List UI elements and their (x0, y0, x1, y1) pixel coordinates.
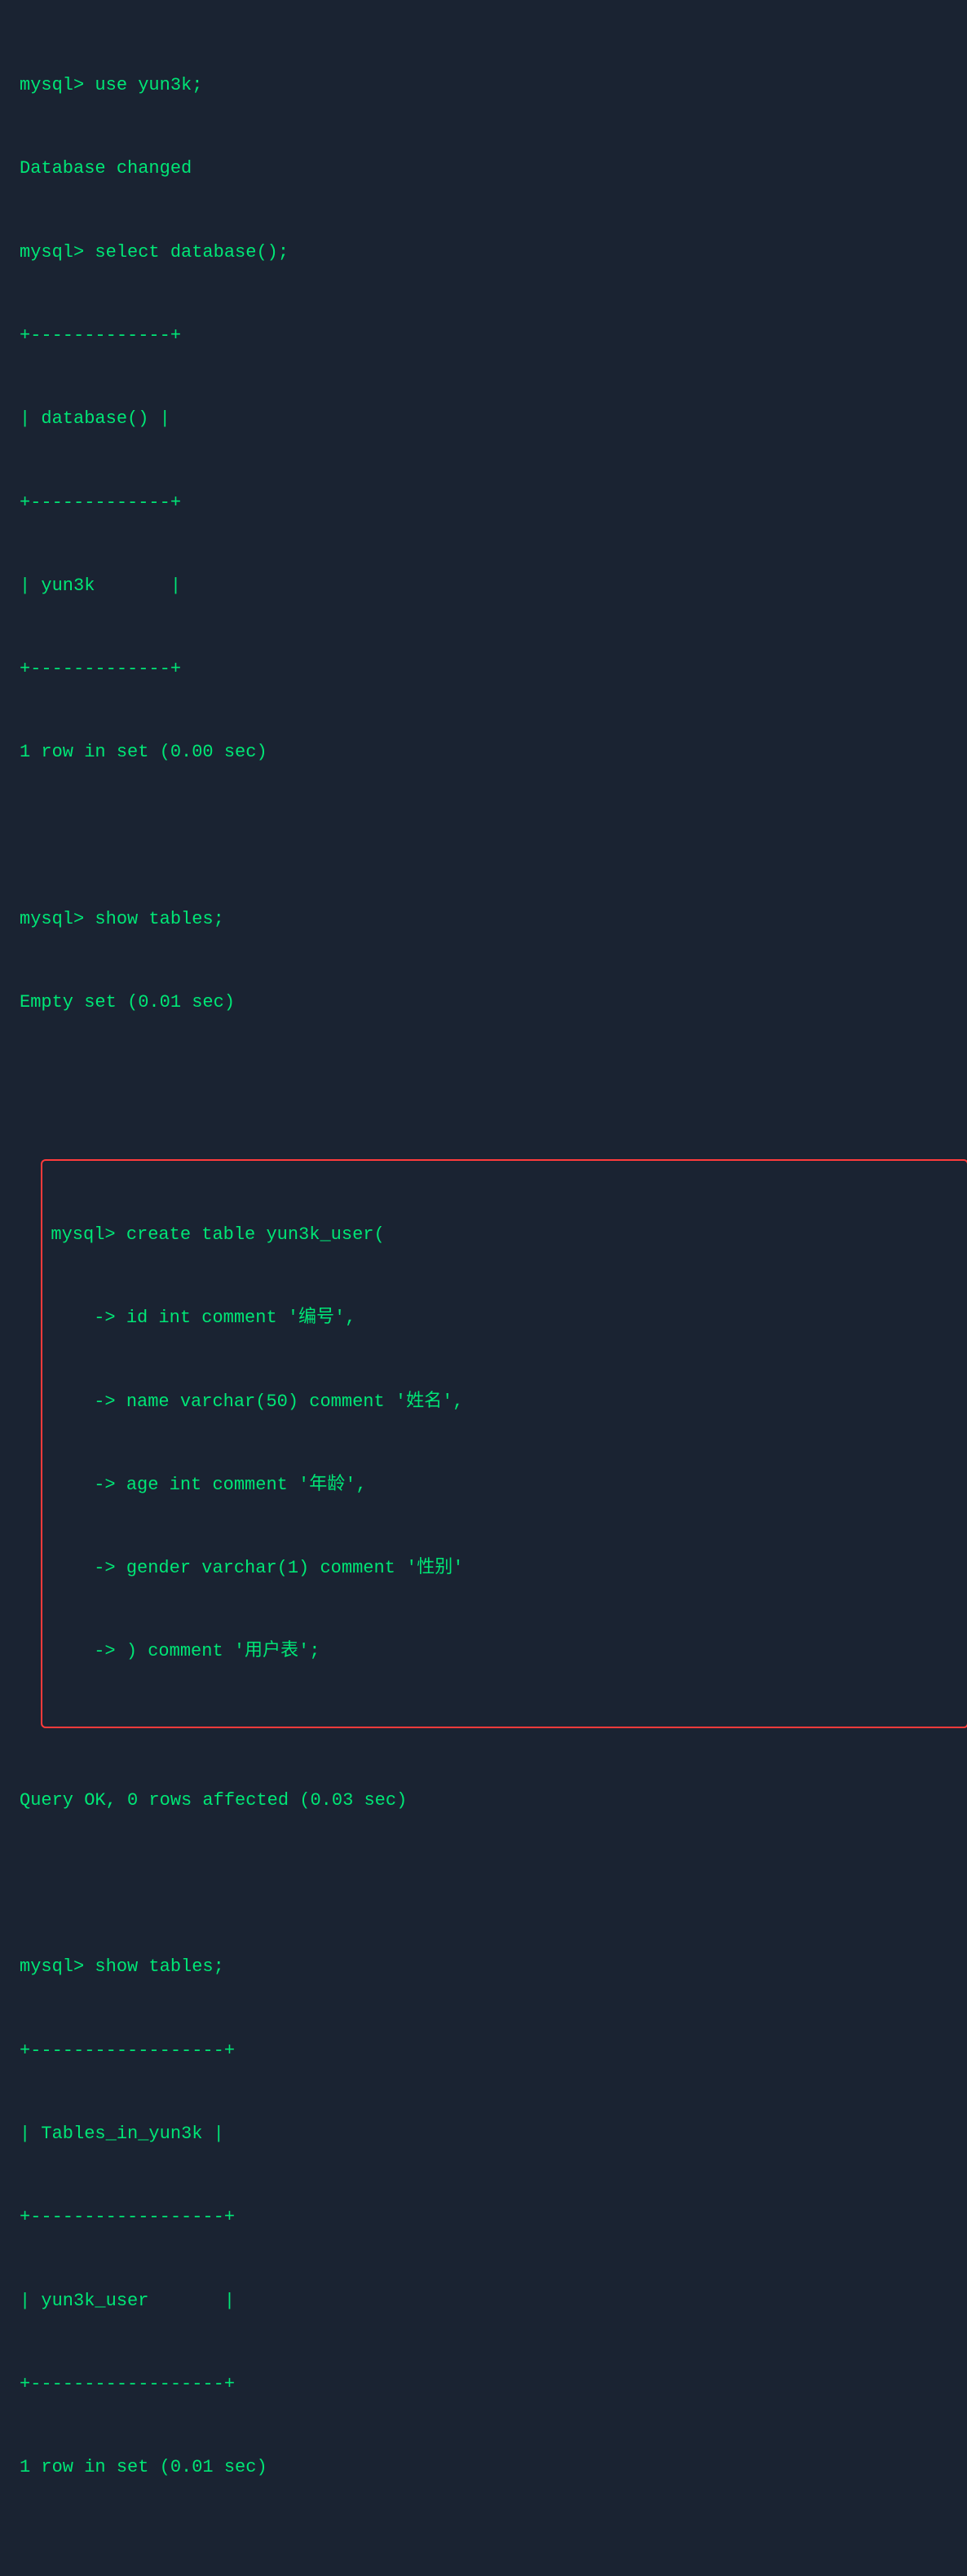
db-value-line: | yun3k | (20, 572, 947, 600)
query-ok-line: Query OK, 0 rows affected (0.03 sec) (20, 1787, 947, 1815)
use-cmd-line: mysql> use yun3k; (20, 72, 947, 99)
create-line1: mysql> create table yun3k_user( (51, 1221, 959, 1249)
row1-line: 1 row in set (0.00 sec) (20, 739, 947, 766)
sep5-line: +------------------+ (20, 2203, 947, 2231)
show-tables1-cmd-line: mysql> show tables; (20, 906, 947, 933)
show-tables2-cmd-line: mysql> show tables; (20, 1953, 947, 1981)
blank2-line (20, 1073, 947, 1101)
select-db-cmd-line: mysql> select database(); (20, 239, 947, 267)
tables-header-line: | Tables_in_yun3k | (20, 2120, 947, 2148)
row2-line: 1 row in set (0.01 sec) (20, 2454, 947, 2481)
blank4-line (20, 1870, 947, 1898)
create-line4: -> age int comment '年龄', (51, 1471, 959, 1499)
sep1-line: +-------------+ (20, 322, 947, 350)
blank5-line (20, 2537, 947, 2565)
create-line6: -> ) comment '用户表'; (51, 1638, 959, 1665)
create-line3: -> name varchar(50) comment '姓名', (51, 1388, 959, 1416)
create-table-block: mysql> create table yun3k_user( -> id in… (41, 1159, 967, 1728)
create-line2: -> id int comment '编号', (51, 1304, 959, 1332)
terminal: mysql> use yun3k; Database changed mysql… (20, 16, 947, 2576)
create-line5: -> gender varchar(1) comment '性别' (51, 1555, 959, 1582)
blank1-line (20, 823, 947, 850)
sep4-line: +------------------+ (20, 2037, 947, 2065)
sep2-line: +-------------+ (20, 489, 947, 517)
sep6-line: +------------------+ (20, 2371, 947, 2398)
sep3-line: +-------------+ (20, 655, 947, 683)
tables-value-line: | yun3k_user | (20, 2287, 947, 2315)
empty-set-line: Empty set (0.01 sec) (20, 989, 947, 1017)
db-changed-line: Database changed (20, 155, 947, 183)
col-header-line: | database() | (20, 405, 947, 433)
